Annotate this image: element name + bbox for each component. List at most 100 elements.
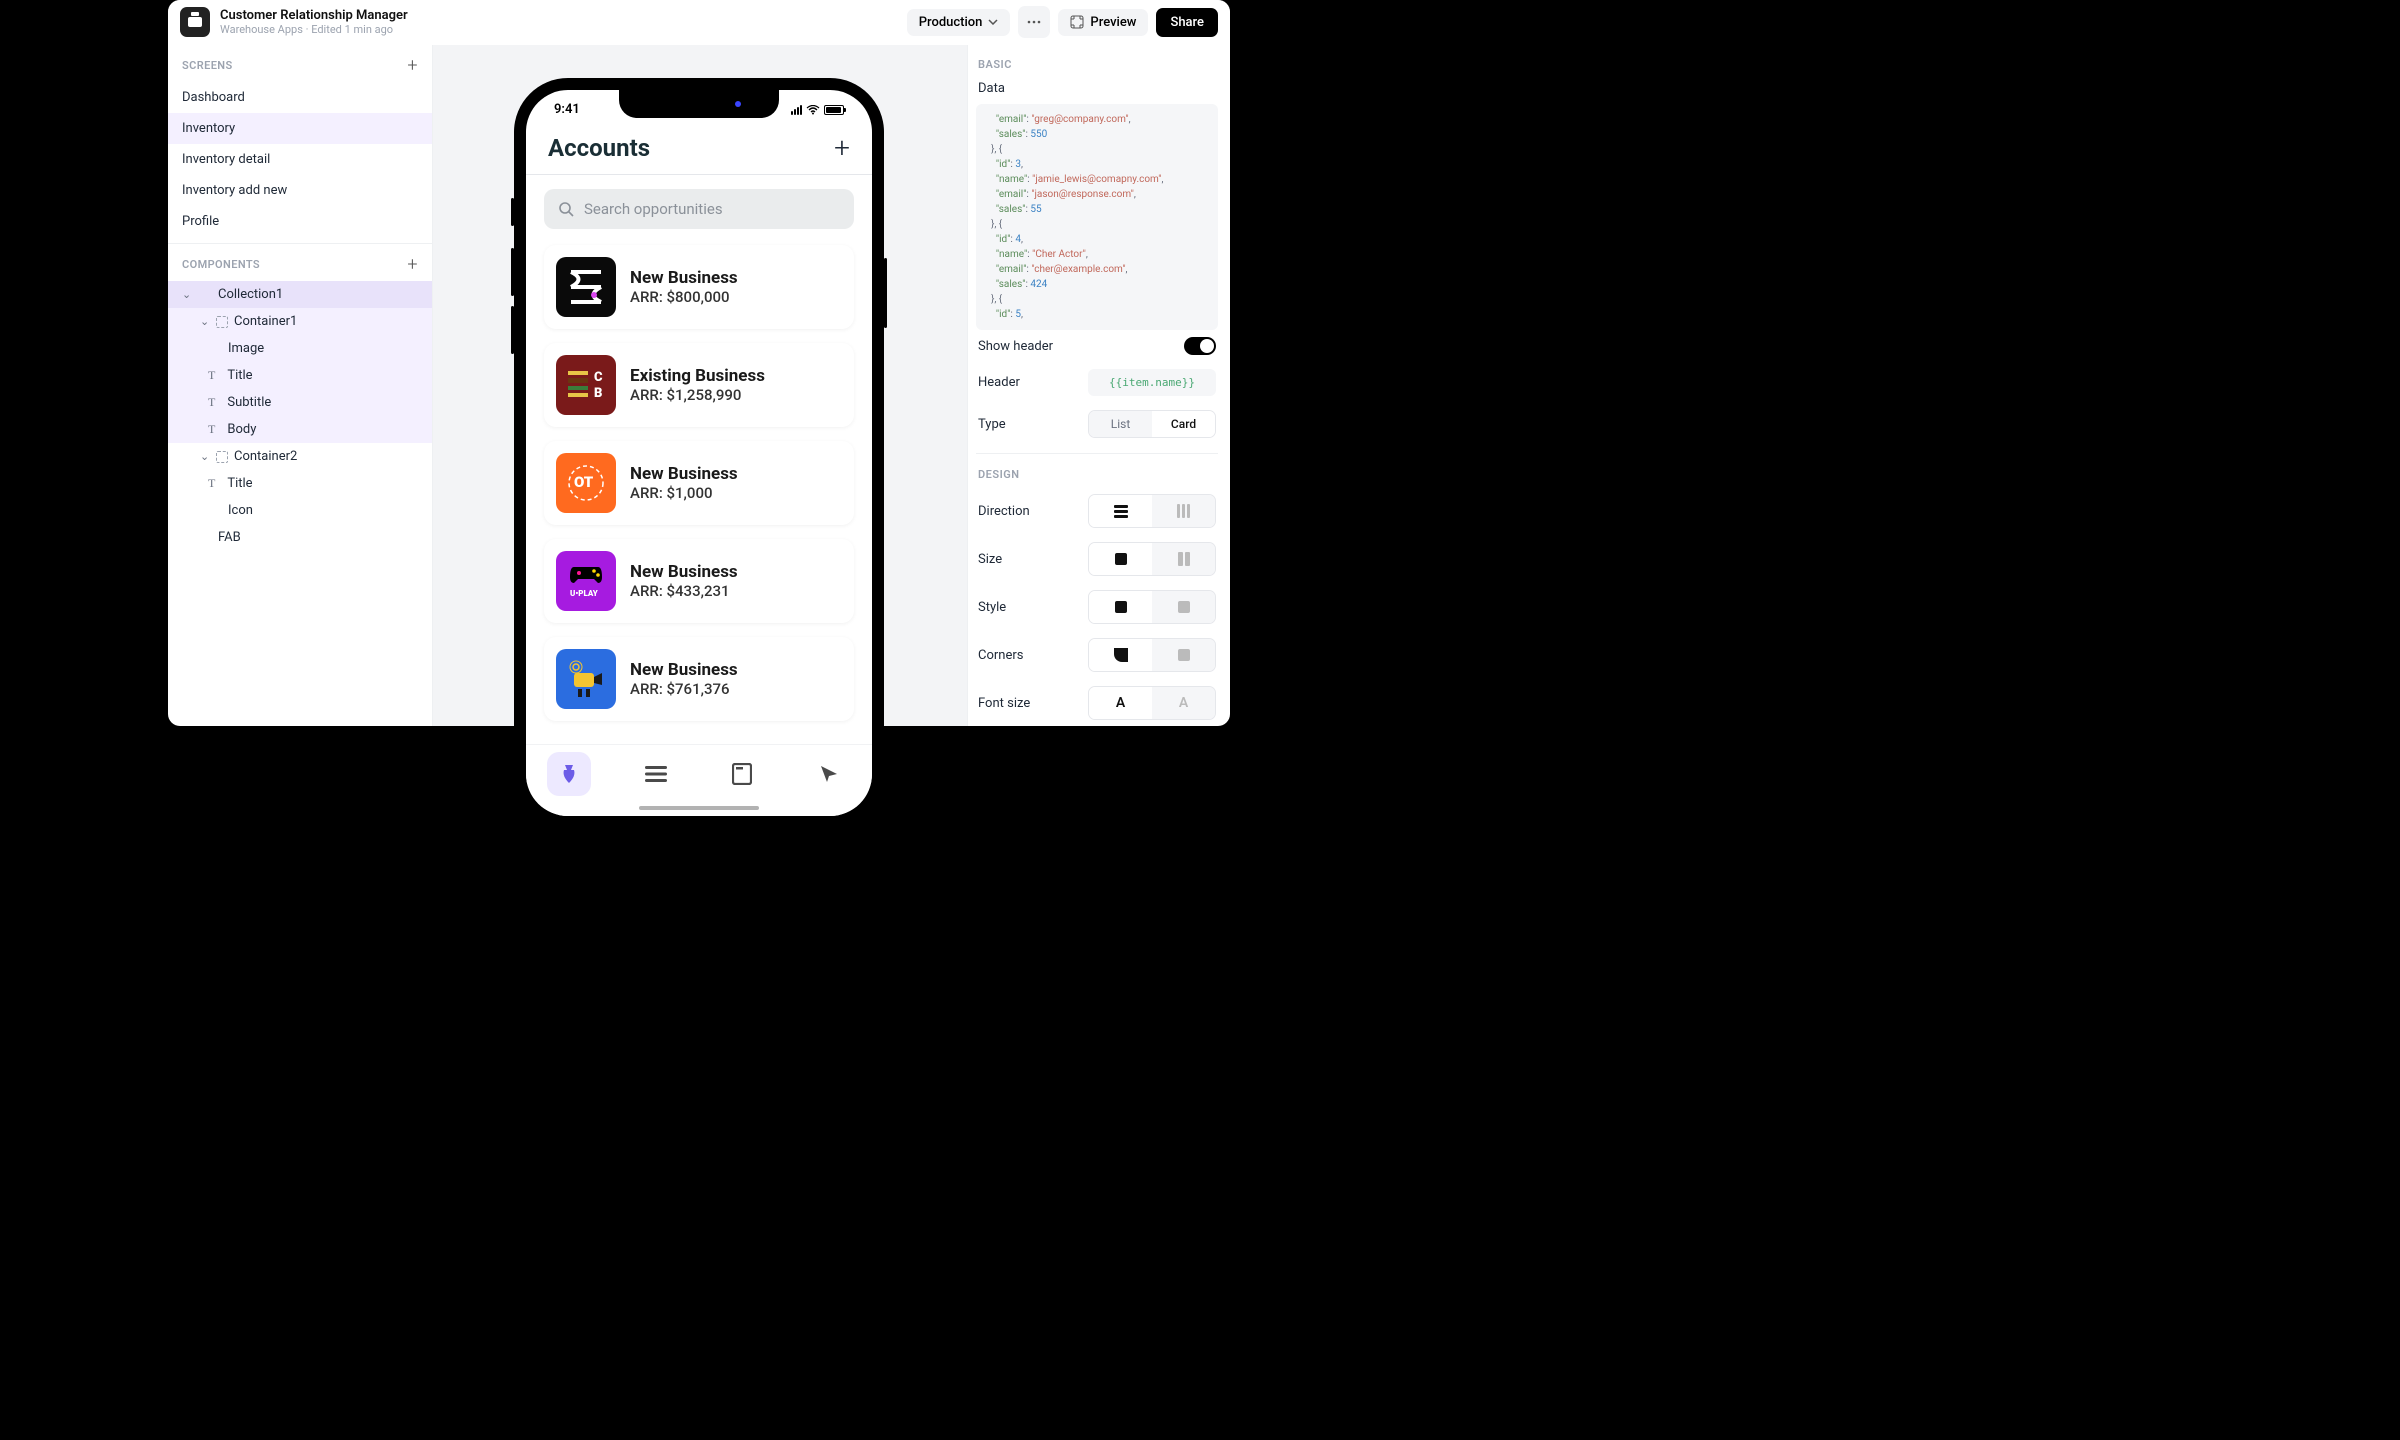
fontsize-normal[interactable]: A bbox=[1089, 687, 1152, 719]
preview-icon bbox=[1070, 15, 1084, 29]
topbar: Customer Relationship Manager Warehouse … bbox=[168, 0, 1230, 45]
add-screen-button[interactable]: + bbox=[407, 55, 418, 76]
wifi-icon bbox=[806, 105, 820, 115]
screen-item-inventory-detail[interactable]: Inventory detail bbox=[168, 144, 432, 175]
device-preview: 9:41 Accounts + Search opportunities New… bbox=[514, 78, 884, 828]
tab-document[interactable] bbox=[720, 752, 764, 796]
status-time: 9:41 bbox=[554, 102, 580, 117]
add-component-button[interactable]: + bbox=[407, 254, 418, 275]
account-arr: ARR: $1,000 bbox=[630, 484, 738, 502]
show-header-label: Show header bbox=[978, 339, 1053, 354]
tree-collection1[interactable]: ⌄ Collection1 bbox=[168, 281, 432, 308]
account-card[interactable]: New BusinessARR: $761,376 bbox=[544, 637, 854, 721]
corners-square[interactable] bbox=[1152, 639, 1215, 671]
type-option-card[interactable]: Card bbox=[1152, 411, 1215, 437]
account-arr: ARR: $800,000 bbox=[630, 288, 738, 306]
text-icon: T bbox=[208, 476, 215, 491]
chevron-down-icon: ⌄ bbox=[200, 450, 210, 463]
size-large[interactable] bbox=[1152, 543, 1215, 575]
direction-vertical[interactable] bbox=[1152, 495, 1215, 527]
account-logo: OT bbox=[556, 453, 616, 513]
signal-icon bbox=[791, 105, 802, 115]
account-title: New Business bbox=[630, 268, 738, 288]
show-header-toggle[interactable] bbox=[1184, 337, 1216, 355]
components-section-title: COMPONENTS bbox=[182, 258, 260, 271]
preview-button[interactable]: Preview bbox=[1058, 9, 1148, 36]
screens-section-title: SCREENS bbox=[182, 59, 233, 72]
style-outlined[interactable] bbox=[1152, 591, 1215, 623]
header-value-field[interactable]: {{item.name}} bbox=[1088, 369, 1216, 396]
corners-rounded[interactable] bbox=[1089, 639, 1152, 671]
account-logo bbox=[556, 649, 616, 709]
account-logo: U•PLAY bbox=[556, 551, 616, 611]
chevron-down-icon: ⌄ bbox=[182, 288, 192, 301]
more-options-button[interactable] bbox=[1018, 6, 1050, 38]
account-arr: ARR: $1,258,990 bbox=[630, 386, 765, 404]
battery-icon bbox=[824, 105, 844, 115]
account-card[interactable]: New BusinessARR: $800,000 bbox=[544, 245, 854, 329]
data-code-block[interactable]: "email": "greg@company.com", "sales": 55… bbox=[976, 104, 1218, 330]
style-label: Style bbox=[978, 600, 1006, 615]
tab-money[interactable] bbox=[547, 752, 591, 796]
account-logo: CB bbox=[556, 355, 616, 415]
tree-image[interactable]: Image bbox=[168, 335, 432, 362]
style-filled[interactable] bbox=[1089, 591, 1152, 623]
left-sidebar: SCREENS + Dashboard Inventory Inventory … bbox=[168, 0, 433, 726]
svg-text:OT: OT bbox=[574, 473, 594, 491]
screen-item-inventory[interactable]: Inventory bbox=[168, 113, 432, 144]
direction-horizontal[interactable] bbox=[1089, 495, 1152, 527]
account-card[interactable]: U•PLAY New BusinessARR: $433,231 bbox=[544, 539, 854, 623]
account-arr: ARR: $761,376 bbox=[630, 680, 738, 698]
search-input[interactable]: Search opportunities bbox=[544, 189, 854, 229]
account-logo bbox=[556, 257, 616, 317]
direction-label: Direction bbox=[978, 504, 1030, 519]
account-title: New Business bbox=[630, 660, 738, 680]
home-indicator bbox=[639, 806, 759, 810]
size-label: Size bbox=[978, 552, 1002, 567]
text-icon: T bbox=[208, 422, 215, 437]
phone-notch bbox=[619, 90, 779, 118]
size-small[interactable] bbox=[1089, 543, 1152, 575]
account-title: New Business bbox=[630, 562, 738, 582]
screen-item-inventory-add[interactable]: Inventory add new bbox=[168, 175, 432, 206]
add-account-button[interactable]: + bbox=[834, 131, 850, 164]
fontsize-label: Font size bbox=[978, 696, 1030, 711]
tree-subtitle[interactable]: T Subtitle bbox=[168, 389, 432, 416]
tab-menu[interactable] bbox=[634, 752, 678, 796]
text-icon: T bbox=[208, 368, 215, 383]
type-label: Type bbox=[978, 417, 1006, 432]
svg-text:C: C bbox=[594, 370, 603, 385]
screen-item-profile[interactable]: Profile bbox=[168, 206, 432, 237]
account-title: Existing Business bbox=[630, 366, 765, 386]
account-card[interactable]: CB Existing BusinessARR: $1,258,990 bbox=[544, 343, 854, 427]
share-button[interactable]: Share bbox=[1156, 8, 1218, 37]
tree-container1[interactable]: ⌄ Container1 bbox=[168, 308, 432, 335]
text-icon: T bbox=[208, 395, 215, 410]
properties-panel: BASIC Data "email": "greg@company.com", … bbox=[967, 0, 1230, 726]
account-title: New Business bbox=[630, 464, 738, 484]
app-title: Customer Relationship Manager bbox=[220, 8, 408, 23]
screen-heading: Accounts bbox=[548, 134, 650, 162]
tab-navigate[interactable] bbox=[807, 752, 851, 796]
basic-section-title: BASIC bbox=[976, 52, 1218, 77]
tree-container2[interactable]: ⌄ Container2 bbox=[168, 443, 432, 470]
data-label: Data bbox=[976, 77, 1218, 100]
tree-icon[interactable]: Icon bbox=[168, 497, 432, 524]
tree-body[interactable]: T Body bbox=[168, 416, 432, 443]
screen-item-dashboard[interactable]: Dashboard bbox=[168, 82, 432, 113]
svg-text:U•PLAY: U•PLAY bbox=[570, 589, 599, 598]
fontsize-large[interactable]: A bbox=[1152, 687, 1215, 719]
app-logo-icon bbox=[180, 7, 210, 37]
tree-title2[interactable]: T Title bbox=[168, 470, 432, 497]
environment-dropdown[interactable]: Production bbox=[907, 9, 1011, 36]
type-option-list[interactable]: List bbox=[1089, 411, 1152, 437]
tree-fab[interactable]: FAB bbox=[168, 524, 432, 551]
container-icon bbox=[216, 451, 228, 463]
app-subtitle: Warehouse Apps · Edited 1 min ago bbox=[220, 23, 408, 36]
account-card[interactable]: OT New BusinessARR: $1,000 bbox=[544, 441, 854, 525]
corners-label: Corners bbox=[978, 648, 1023, 663]
account-arr: ARR: $433,231 bbox=[630, 582, 738, 600]
tree-title[interactable]: T Title bbox=[168, 362, 432, 389]
design-section-title: DESIGN bbox=[976, 462, 1218, 487]
chevron-down-icon bbox=[988, 19, 998, 25]
